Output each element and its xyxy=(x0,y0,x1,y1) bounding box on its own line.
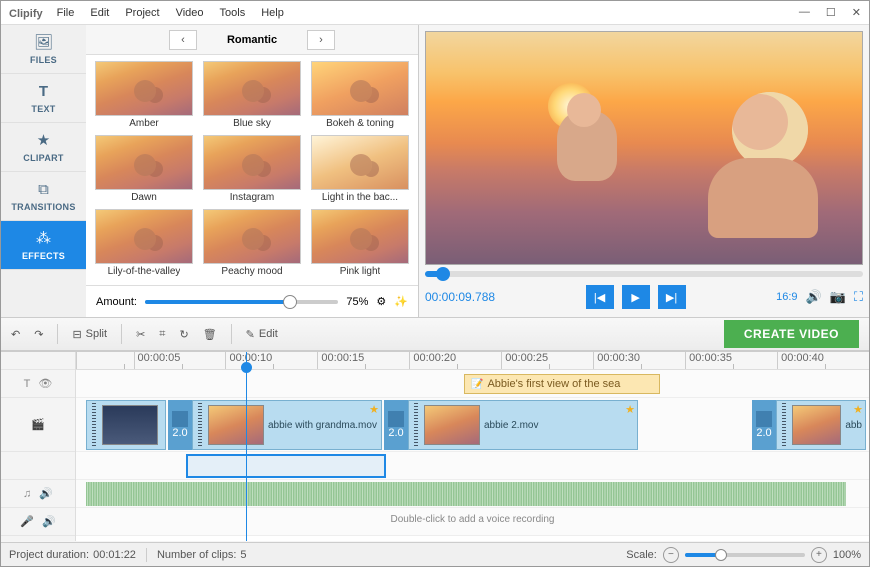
rotate-button[interactable]: ↻ xyxy=(179,328,188,341)
tab-files[interactable]: 🖼FILES xyxy=(1,25,86,74)
clip-count-value: 5 xyxy=(240,549,246,561)
fullscreen-icon[interactable]: ⛶ xyxy=(854,289,863,305)
effect-pink[interactable]: Pink light xyxy=(308,209,412,279)
settings-icon[interactable]: ⚙ xyxy=(376,295,386,308)
text-track[interactable]: 📝 Abbie's first view of the sea xyxy=(76,370,869,398)
audio-track[interactable] xyxy=(76,480,869,508)
text-clip[interactable]: 📝 Abbie's first view of the sea xyxy=(464,374,660,394)
video-clip-2[interactable]: abbie with grandma.mov★ xyxy=(192,400,382,450)
effect-bokeh[interactable]: Bokeh & toning xyxy=(308,61,412,131)
amount-slider[interactable] xyxy=(145,300,338,304)
video-track[interactable]: 2.0 abbie with grandma.mov★ 2.0 abbie 2.… xyxy=(76,398,869,452)
split-button[interactable]: ⊟ Split xyxy=(72,328,107,341)
timecode: 00:00:09.788 xyxy=(425,290,495,304)
zoom-out-button[interactable]: − xyxy=(663,547,679,563)
category-next-button[interactable]: › xyxy=(307,30,335,50)
effect-peachy[interactable]: Peachy mood xyxy=(200,209,304,279)
menu-video[interactable]: Video xyxy=(176,7,204,19)
transition-2[interactable]: 2.0 xyxy=(384,400,408,450)
tab-clipart[interactable]: ★CLIPART xyxy=(1,123,86,172)
crop-button[interactable]: ⌗ xyxy=(159,328,165,341)
voice-track[interactable]: Double-click to add a voice recording xyxy=(76,508,869,536)
selection-track[interactable] xyxy=(76,452,869,480)
voice-hint: Double-click to add a voice recording xyxy=(76,514,869,525)
volume-icon[interactable]: 🔊 xyxy=(806,289,822,305)
effect-light[interactable]: Light in the bac... xyxy=(308,135,412,205)
wand-icon: ⁂ xyxy=(36,229,51,247)
video-track-icon: 🎬 xyxy=(31,418,45,431)
tab-effects[interactable]: ⁂EFFECTS xyxy=(1,221,86,270)
close-icon[interactable]: ✕ xyxy=(852,6,861,19)
menu-tools[interactable]: Tools xyxy=(220,7,246,19)
video-clip-4[interactable]: abb★ xyxy=(776,400,866,450)
amount-value: 75% xyxy=(346,296,368,308)
aspect-ratio[interactable]: 16:9 xyxy=(776,291,797,303)
maximize-icon[interactable]: ☐ xyxy=(826,6,836,19)
video-clip-1[interactable] xyxy=(86,400,166,450)
effect-amber[interactable]: Amber xyxy=(92,61,196,131)
cut-button[interactable]: ✂ xyxy=(136,328,145,341)
category-name: Romantic xyxy=(207,34,297,46)
effect-dawn[interactable]: Dawn xyxy=(92,135,196,205)
undo-button[interactable]: ↶ xyxy=(11,328,20,341)
effect-instagram[interactable]: Instagram xyxy=(200,135,304,205)
snapshot-icon[interactable]: 📷 xyxy=(830,289,846,305)
effect-lily[interactable]: Lily-of-the-valley xyxy=(92,209,196,279)
tab-transitions[interactable]: ⧉TRANSITIONS xyxy=(1,172,86,221)
eye-icon[interactable]: 👁 xyxy=(38,377,52,390)
time-ruler[interactable]: 00:00:0500:00:10 00:00:1500:00:20 00:00:… xyxy=(76,352,869,370)
edit-button[interactable]: ✎ Edit xyxy=(246,328,278,341)
speaker-icon[interactable]: 🔊 xyxy=(42,515,56,528)
effect-blue-sky[interactable]: Blue sky xyxy=(200,61,304,131)
next-frame-button[interactable]: ▶| xyxy=(658,285,686,309)
video-preview xyxy=(425,31,863,265)
zoom-in-button[interactable]: + xyxy=(811,547,827,563)
layers-icon: ⧉ xyxy=(38,181,49,198)
text-icon: T xyxy=(39,83,48,100)
star-icon: ★ xyxy=(37,131,50,149)
redo-button[interactable]: ↷ xyxy=(34,328,43,341)
speaker-icon[interactable]: 🔊 xyxy=(39,487,53,500)
create-video-button[interactable]: CREATE VIDEO xyxy=(724,320,859,348)
scale-label: Scale: xyxy=(626,549,657,561)
menu-edit[interactable]: Edit xyxy=(90,7,109,19)
clip-count-label: Number of clips: xyxy=(157,549,236,561)
category-prev-button[interactable]: ‹ xyxy=(169,30,197,50)
amount-label: Amount: xyxy=(96,296,137,308)
video-clip-3[interactable]: abbie 2.mov★ xyxy=(408,400,638,450)
transition-1[interactable]: 2.0 xyxy=(168,400,192,450)
scale-value: 100% xyxy=(833,549,861,561)
transition-3[interactable]: 2.0 xyxy=(752,400,776,450)
prev-frame-button[interactable]: |◀ xyxy=(586,285,614,309)
play-button[interactable]: ▶ xyxy=(622,285,650,309)
menu-project[interactable]: Project xyxy=(125,7,159,19)
zoom-slider[interactable] xyxy=(685,553,805,557)
menu-file[interactable]: File xyxy=(57,7,75,19)
audio-track-icon: ♫ xyxy=(23,488,31,500)
delete-button[interactable]: 🗑 xyxy=(203,328,217,341)
app-logo: Clipify xyxy=(9,5,43,20)
tab-text[interactable]: TTEXT xyxy=(1,74,86,123)
magic-wand-icon[interactable]: ✨ xyxy=(394,295,408,308)
playhead[interactable] xyxy=(246,352,247,541)
duration-value: 00:01:22 xyxy=(93,549,136,561)
image-icon: 🖼 xyxy=(34,33,53,51)
range-selection[interactable] xyxy=(186,454,386,478)
menu-help[interactable]: Help xyxy=(261,7,284,19)
audio-waveform[interactable] xyxy=(86,482,846,506)
duration-label: Project duration: xyxy=(9,549,89,561)
preview-scrubber[interactable] xyxy=(425,271,863,277)
text-track-icon: T xyxy=(24,378,31,390)
mic-track-icon: 🎤 xyxy=(20,515,34,528)
minimize-icon[interactable]: — xyxy=(799,6,810,19)
